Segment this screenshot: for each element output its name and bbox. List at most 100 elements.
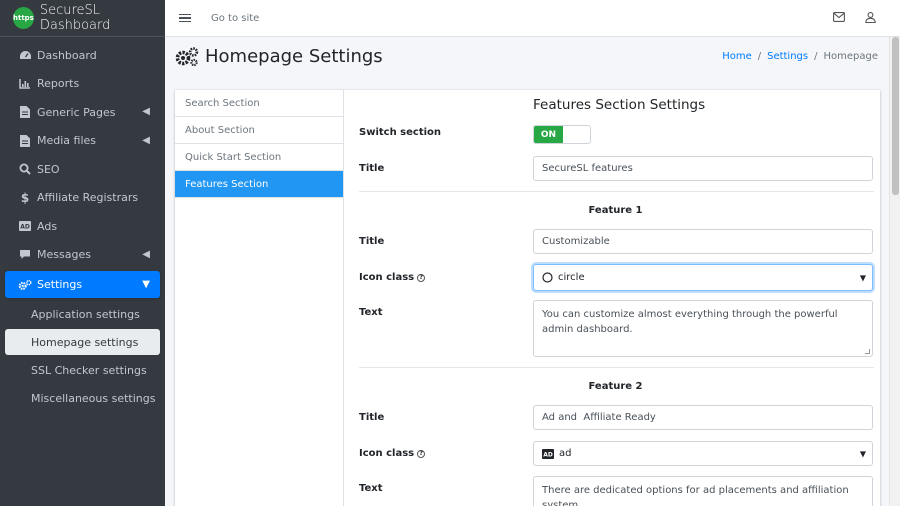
user-icon[interactable]: [865, 12, 876, 26]
breadcrumb: Home / Settings / Homepage: [722, 51, 878, 62]
caret-down-icon: ▼: [859, 449, 866, 458]
scrollbar-thumb[interactable]: [892, 37, 899, 195]
toggle-off-area: [563, 126, 590, 143]
section-title-input[interactable]: SecureSL features: [533, 156, 873, 181]
ad-icon: AD: [542, 448, 554, 459]
sidebar-item-label: Generic Pages: [37, 105, 116, 119]
sidebar-item-label: Messages: [37, 248, 91, 262]
feature-1-icon-label: Icon class?: [359, 272, 426, 283]
switch-section-toggle[interactable]: ON: [533, 125, 591, 144]
feature-2-heading: Feature 2: [588, 381, 643, 392]
divider: [359, 367, 874, 368]
sidebar-item-generic-pages[interactable]: Generic Pages ◀: [0, 98, 165, 127]
sidebar-item-label: Reports: [37, 77, 80, 91]
icon-class-label-text: Icon class: [359, 448, 415, 459]
feature-1-icon-select[interactable]: circle ▼: [533, 264, 873, 291]
envelope-icon[interactable]: [833, 12, 845, 26]
search-icon: [18, 163, 32, 175]
sidebar-item-messages[interactable]: Messages ◀: [0, 241, 165, 270]
feature-1-title-label: Title: [359, 236, 385, 247]
feature-2-text-label: Text: [359, 483, 383, 494]
ad-icon: AD: [18, 221, 32, 232]
page-title-text: Homepage Settings: [205, 46, 383, 67]
topbar-icons: [833, 12, 876, 26]
chart-icon: [18, 78, 32, 89]
feature-1-title-value: Customizable: [542, 236, 610, 247]
sidebar-item-settings[interactable]: Settings ▼: [5, 271, 160, 298]
feature-2-title-label: Title: [359, 412, 385, 423]
go-to-site-link[interactable]: Go to site: [211, 13, 259, 24]
feature-2-icon-value: ad: [559, 448, 572, 459]
comment-icon: [18, 249, 32, 260]
menu-toggle-icon[interactable]: [179, 13, 191, 23]
feature-2-icon-select[interactable]: AD ad ▼: [533, 441, 873, 466]
panel-title: Features Section Settings: [533, 97, 706, 113]
feature-1-text-area[interactable]: You can customize almost everything thro…: [533, 300, 873, 357]
feature-2-text-area[interactable]: There are dedicated options for ad place…: [533, 476, 873, 506]
feature-1-title-input[interactable]: Customizable: [533, 229, 873, 254]
breadcrumb-current: Homepage: [823, 51, 878, 62]
sidebar-nav: Dashboard Reports Generic Pages ◀ Media …: [0, 37, 165, 298]
question-circle-icon[interactable]: ?: [417, 449, 426, 458]
svg-text:AD: AD: [20, 224, 30, 231]
chevron-down-icon: ▼: [142, 279, 150, 290]
section-title-value: SecureSL features: [542, 163, 633, 174]
feature-1-text-value: You can customize almost everything thro…: [542, 309, 838, 335]
title-label: Title: [359, 163, 385, 174]
breadcrumb-separator: /: [757, 51, 762, 62]
svg-text:AD: AD: [543, 451, 553, 458]
switch-section-label: Switch section: [359, 127, 442, 138]
feature-2-title-value: Ad and Affiliate Ready: [542, 412, 656, 423]
dollar-icon: $: [20, 190, 30, 205]
sidebar-item-seo[interactable]: SEO: [0, 155, 165, 184]
tachometer-icon: [18, 50, 32, 61]
cogs-icon: [18, 279, 32, 291]
caret-down-icon: ▼: [859, 273, 866, 282]
tab-about-section[interactable]: About Section: [175, 117, 343, 144]
feature-1-icon-value: circle: [558, 272, 585, 283]
sidebar-item-miscellaneous-settings[interactable]: Miscellaneous settings: [0, 384, 165, 412]
chevron-left-icon: ◀: [142, 134, 150, 146]
question-circle-icon[interactable]: ?: [417, 273, 426, 282]
file-icon: [18, 106, 32, 119]
page-scrollbar[interactable]: [889, 37, 900, 506]
feature-2-text-value: There are dedicated options for ad place…: [542, 485, 849, 506]
feature-1-text-label: Text: [359, 307, 383, 318]
sidebar-item-label: Settings: [37, 278, 83, 291]
sidebar-item-application-settings[interactable]: Application settings: [0, 300, 165, 328]
sidebar-item-homepage-settings[interactable]: Homepage settings: [5, 329, 160, 355]
toggle-on-label: ON: [534, 126, 563, 143]
section-tabs: Search Section About Section Quick Start…: [175, 90, 343, 198]
brand[interactable]: https SecureSL Dashboard: [0, 0, 165, 37]
chevron-left-icon: ◀: [142, 106, 150, 117]
divider: [359, 191, 874, 192]
resize-handle[interactable]: [865, 349, 870, 354]
sidebar-item-dashboard[interactable]: Dashboard: [0, 41, 165, 70]
breadcrumb-separator: /: [814, 51, 818, 62]
sidebar-item-affiliate-registrars[interactable]: $ Affiliate Registrars: [0, 184, 165, 213]
file-icon: [18, 134, 32, 147]
sidebar-item-media-files[interactable]: Media files ◀: [0, 127, 165, 156]
tab-quick-start-section[interactable]: Quick Start Section: [175, 144, 343, 171]
settings-card: Search Section About Section Quick Start…: [175, 90, 880, 506]
breadcrumb-settings[interactable]: Settings: [767, 51, 808, 62]
icon-class-label-text: Icon class: [359, 272, 415, 283]
sidebar-item-reports[interactable]: Reports: [0, 70, 165, 99]
feature-2-title-input[interactable]: Ad and Affiliate Ready: [533, 405, 873, 430]
sidebar-item-label: Media files: [37, 134, 97, 148]
tab-search-section[interactable]: Search Section: [175, 90, 343, 117]
page-title: Homepage Settings: [175, 46, 383, 67]
brand-logo: https: [13, 7, 34, 29]
brand-title: SecureSL Dashboard: [39, 3, 111, 33]
sidebar-item-ads[interactable]: AD Ads: [0, 212, 165, 241]
sidebar-item-ssl-checker-settings[interactable]: SSL Checker settings: [0, 356, 165, 384]
sidebar-item-label: SEO: [37, 162, 60, 176]
sidebar-item-label: Ads: [37, 219, 58, 233]
sidebar-item-label: Dashboard: [37, 48, 97, 62]
breadcrumb-home[interactable]: Home: [722, 51, 752, 62]
tab-features-section[interactable]: Features Section: [175, 171, 343, 198]
sidebar: https SecureSL Dashboard Dashboard Repor…: [0, 0, 165, 506]
feature-1-heading: Feature 1: [588, 205, 643, 216]
chevron-left-icon: ◀: [142, 248, 150, 260]
circle-icon: [542, 272, 553, 283]
